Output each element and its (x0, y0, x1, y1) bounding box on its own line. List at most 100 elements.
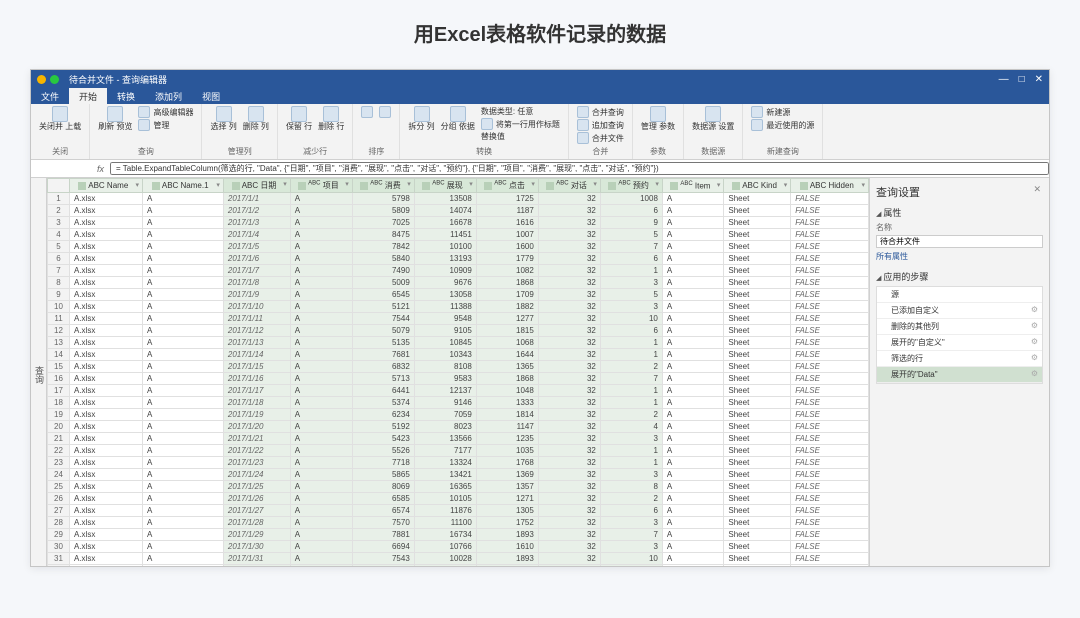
cell[interactable]: A (290, 409, 352, 421)
cell[interactable]: 1008 (600, 193, 662, 205)
cell[interactable]: 1868 (476, 277, 538, 289)
cell[interactable]: 32 (538, 193, 600, 205)
cell[interactable]: 7059 (414, 409, 476, 421)
cell[interactable]: 32 (538, 481, 600, 493)
cell[interactable]: 7 (600, 373, 662, 385)
cell[interactable]: A (143, 505, 224, 517)
cell[interactable]: FALSE (791, 373, 869, 385)
cell[interactable]: A (143, 277, 224, 289)
cell[interactable]: A (143, 313, 224, 325)
cell[interactable]: 28 (48, 517, 70, 529)
cell[interactable]: A (662, 469, 724, 481)
formula-input[interactable] (110, 162, 1049, 175)
cell[interactable]: A (290, 253, 352, 265)
cell[interactable]: 2017/1/27 (223, 505, 290, 517)
cell[interactable]: 7718 (352, 457, 414, 469)
cell[interactable]: 1644 (476, 349, 538, 361)
manage-button[interactable]: 管理 (138, 119, 193, 131)
cell[interactable]: FALSE (791, 193, 869, 205)
table-row[interactable]: 13A.xlsxA2017/1/13A5135108451068321AShee… (48, 337, 869, 349)
cell[interactable]: 1 (600, 349, 662, 361)
table-row[interactable]: 25A.xlsxA2017/1/25A8069163651357328AShee… (48, 481, 869, 493)
cell[interactable]: 4 (48, 229, 70, 241)
cell[interactable]: A.xlsx (70, 349, 143, 361)
cell[interactable]: A.xlsx (70, 301, 143, 313)
cell[interactable]: 1814 (476, 409, 538, 421)
cell[interactable]: A (143, 541, 224, 553)
cell[interactable]: 32 (538, 253, 600, 265)
cell[interactable]: 5009 (352, 277, 414, 289)
cell[interactable]: 32 (538, 301, 600, 313)
step-item[interactable]: 展开的"Data"⚙ (877, 367, 1042, 383)
table-row[interactable]: 7A.xlsxA2017/1/7A7490109091082321ASheetF… (48, 265, 869, 277)
cell[interactable]: 9583 (414, 373, 476, 385)
cell[interactable]: A (662, 457, 724, 469)
cell[interactable]: 6585 (352, 493, 414, 505)
cell[interactable]: 3 (48, 217, 70, 229)
cell[interactable]: A (290, 505, 352, 517)
keep-rows-button[interactable]: 保留 行 (286, 106, 312, 132)
cell[interactable]: 8108 (414, 361, 476, 373)
table-row[interactable]: 9A.xlsxA2017/1/9A6545130581709325ASheetF… (48, 289, 869, 301)
table-row[interactable]: 6A.xlsxA2017/1/6A5840131931779326ASheetF… (48, 253, 869, 265)
table-row[interactable]: 3A.xlsxA2017/1/3A7025166781616329ASheetF… (48, 217, 869, 229)
cell[interactable]: A.xlsx (70, 433, 143, 445)
cell[interactable]: A (662, 301, 724, 313)
cell[interactable]: FALSE (791, 289, 869, 301)
column-header[interactable]: ABC Hidden▾ (791, 179, 869, 193)
cell[interactable]: A (662, 205, 724, 217)
cell[interactable]: 1365 (476, 361, 538, 373)
cell[interactable]: A.xlsx (70, 241, 143, 253)
cell[interactable]: A (143, 493, 224, 505)
cell[interactable]: Sheet (724, 397, 791, 409)
cell[interactable]: A (143, 469, 224, 481)
cell[interactable]: A.xlsx (70, 565, 143, 567)
cell[interactable]: 32 (538, 277, 600, 289)
cell[interactable]: 8023 (414, 421, 476, 433)
advanced-editor-button[interactable]: 高级编辑器 (138, 106, 193, 118)
cell[interactable]: 7025 (352, 217, 414, 229)
cell[interactable]: A (143, 205, 224, 217)
first-row-header-button[interactable]: 将第一行用作标题 (481, 118, 560, 130)
cell[interactable]: 32 (538, 517, 600, 529)
cell[interactable]: A (290, 349, 352, 361)
cell[interactable]: 2017/1/1 (223, 193, 290, 205)
cell[interactable]: 2017/1/10 (223, 301, 290, 313)
cell[interactable]: 2017/1/28 (223, 517, 290, 529)
manage-params-button[interactable]: 管理 参数 (641, 106, 675, 132)
cell[interactable]: 6 (600, 505, 662, 517)
cell[interactable]: 5865 (352, 469, 414, 481)
cell[interactable]: 5079 (352, 325, 414, 337)
cell[interactable]: 32 (538, 349, 600, 361)
cell[interactable]: Sheet (724, 301, 791, 313)
cell[interactable]: Sheet (724, 553, 791, 565)
cell[interactable]: 19 (48, 409, 70, 421)
cell[interactable]: 5798 (352, 193, 414, 205)
cell[interactable]: FALSE (791, 481, 869, 493)
cell[interactable]: A (143, 301, 224, 313)
cell[interactable]: A (290, 517, 352, 529)
cell[interactable]: 2017/1/9 (223, 289, 290, 301)
cell[interactable]: 1779 (476, 253, 538, 265)
cell[interactable]: 30 (48, 541, 70, 553)
cell[interactable]: 2017/1/8 (223, 277, 290, 289)
cell[interactable]: 2017/1/17 (223, 385, 290, 397)
sort-asc-button[interactable] (361, 106, 373, 118)
cell[interactable]: A.xlsx (70, 529, 143, 541)
cell[interactable]: 2017/1/12 (223, 325, 290, 337)
cell[interactable]: 32 (538, 205, 600, 217)
cell[interactable]: A (290, 481, 352, 493)
sort-desc-button[interactable] (379, 106, 391, 118)
cell[interactable]: 5423 (352, 433, 414, 445)
cell[interactable]: A.xlsx (70, 313, 143, 325)
cell[interactable]: Sheet (724, 505, 791, 517)
cell[interactable]: A.xlsx (70, 469, 143, 481)
cell[interactable]: 10100 (414, 241, 476, 253)
cell[interactable]: FALSE (791, 325, 869, 337)
cell[interactable]: FALSE (791, 205, 869, 217)
choose-columns-button[interactable]: 选择 列 (210, 106, 236, 132)
column-header[interactable]: ABC Name▾ (70, 179, 143, 193)
combine-files-button[interactable]: 合并文件 (577, 132, 624, 144)
cell[interactable]: Sheet (724, 313, 791, 325)
cell[interactable]: 32 (538, 373, 600, 385)
